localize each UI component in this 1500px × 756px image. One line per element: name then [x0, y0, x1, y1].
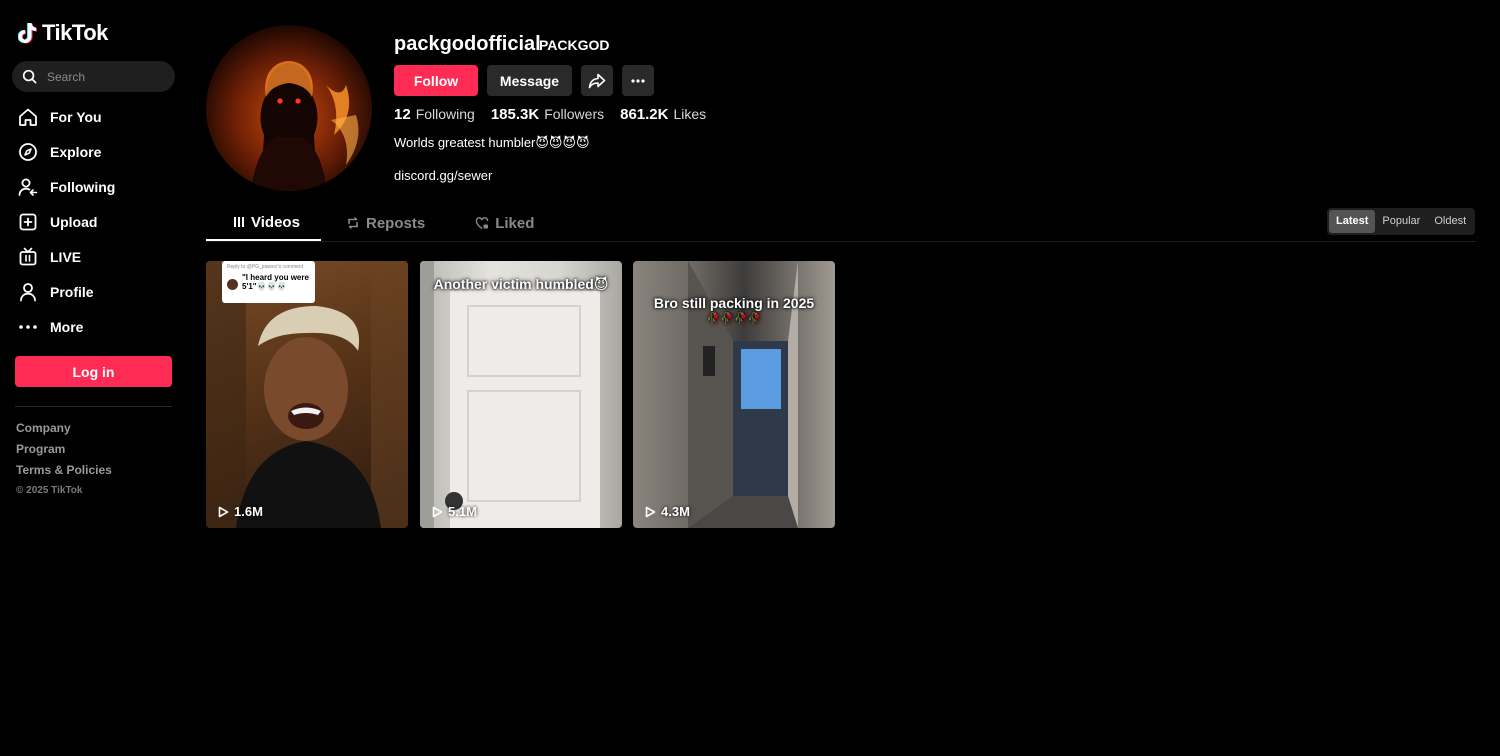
sidebar-item-following[interactable]: Following — [0, 169, 188, 204]
video-caption-emoji: 🥀🥀🥀🥀 — [706, 313, 762, 325]
reply-sticker: Reply to @PG_pawscr's comment "I heard y… — [222, 261, 315, 303]
view-count-text: 4.3M — [661, 504, 690, 519]
compass-icon — [18, 142, 38, 162]
video-card[interactable]: Reply to @PG_pawscr's comment "I heard y… — [206, 261, 408, 528]
more-options-button[interactable] — [622, 65, 654, 96]
share-button[interactable] — [581, 65, 613, 96]
play-icon — [432, 506, 443, 517]
sidebar-item-profile[interactable]: Profile — [0, 274, 188, 309]
login-button[interactable]: Log in — [15, 356, 172, 387]
sidebar-item-label: Upload — [50, 213, 98, 230]
following-icon — [18, 177, 38, 197]
more-dots-icon — [18, 317, 38, 337]
more-dots-icon — [631, 78, 645, 83]
sort-latest[interactable]: Latest — [1329, 210, 1376, 233]
heart-lock-icon — [475, 217, 489, 230]
sidebar-item-upload[interactable]: Upload — [0, 204, 188, 239]
avatar-image — [251, 61, 359, 191]
grid-icon — [234, 217, 244, 227]
profile-bio: Worlds greatest humbler😈😈😈😈 — [394, 135, 590, 150]
sidebar-divider — [15, 406, 172, 407]
view-count: 4.3M — [645, 504, 690, 519]
sidebar: TikTok For You Explore Following — [0, 0, 188, 756]
profile-username: packgodofficial — [394, 33, 541, 55]
video-card[interactable]: Bro still packing in 2025 🥀🥀🥀🥀 4.3M — [633, 261, 835, 528]
tab-reposts[interactable]: Reposts — [321, 205, 445, 241]
profile-link[interactable]: discord.gg/sewer — [394, 168, 492, 183]
video-caption: Another victim humbled😈 — [433, 276, 609, 292]
sidebar-item-label: LIVE — [50, 248, 82, 265]
play-icon — [218, 506, 229, 517]
footer-link-company[interactable]: Company — [16, 420, 112, 441]
tiktok-note-icon — [18, 23, 37, 44]
repost-icon — [348, 217, 358, 229]
tab-videos[interactable]: Videos — [206, 205, 321, 241]
following-label: Following — [415, 106, 475, 122]
home-icon — [18, 107, 38, 127]
logo-text: TikTok — [42, 20, 108, 45]
share-icon — [588, 73, 606, 88]
copyright-text: © 2025 TikTok — [16, 485, 83, 496]
sidebar-footer: Company Program Terms & Policies © 2025 … — [16, 420, 112, 504]
profile-tabs: Videos Reposts Liked — [206, 205, 554, 241]
tab-label: Reposts — [366, 214, 426, 232]
sidebar-item-label: Following — [50, 178, 116, 195]
sidebar-item-live[interactable]: LIVE — [0, 239, 188, 274]
sidebar-item-label: For You — [50, 108, 102, 125]
profile-nickname: PACKGOD — [539, 37, 610, 53]
sidebar-item-label: Explore — [50, 143, 102, 160]
followers-count[interactable]: 185.3K — [491, 106, 539, 123]
tab-liked[interactable]: Liked — [445, 205, 554, 241]
upload-icon — [18, 212, 38, 232]
search-box[interactable] — [12, 61, 175, 92]
view-count-text: 5.1M — [448, 504, 477, 519]
sort-toggle: Latest Popular Oldest — [1327, 208, 1475, 235]
play-icon — [645, 506, 656, 517]
likes-label: Likes — [673, 106, 707, 122]
sidebar-item-label: More — [50, 318, 84, 335]
search-icon — [22, 69, 37, 84]
sort-oldest[interactable]: Oldest — [1427, 210, 1473, 233]
live-tv-icon — [18, 247, 38, 267]
message-button[interactable]: Message — [487, 65, 572, 96]
followers-label: Followers — [544, 106, 605, 122]
profile-avatar — [206, 25, 372, 191]
tabs-divider — [206, 241, 1476, 242]
sidebar-nav: For You Explore Following Upload LIVE Pr… — [0, 99, 188, 344]
person-icon — [18, 282, 38, 302]
footer-link-program[interactable]: Program — [16, 441, 112, 462]
following-count[interactable]: 12 — [394, 106, 411, 123]
likes-count: 861.2K — [620, 106, 669, 123]
sidebar-item-label: Profile — [50, 283, 94, 300]
view-count: 5.1M — [432, 504, 477, 519]
footer-link-terms[interactable]: Terms & Policies — [16, 462, 112, 483]
tab-label: Liked — [495, 214, 535, 232]
profile-stats: 12 Following 185.3K Followers 861.2K Lik… — [394, 106, 722, 123]
tab-label: Videos — [251, 213, 300, 231]
tiktok-logo[interactable]: TikTok — [18, 20, 108, 46]
commenter-avatar — [227, 279, 238, 290]
video-thumbnail — [420, 261, 600, 528]
follow-button[interactable]: Follow — [394, 65, 478, 96]
reply-sticker-header: Reply to @PG_pawscr's comment — [227, 264, 304, 270]
sidebar-item-explore[interactable]: Explore — [0, 134, 188, 169]
view-count: 1.6M — [218, 504, 263, 519]
view-count-text: 1.6M — [234, 504, 263, 519]
video-card[interactable]: Another victim humbled😈 5.1M — [420, 261, 622, 528]
video-caption: Bro still packing in 2025 — [653, 295, 815, 311]
sidebar-item-more[interactable]: More — [0, 309, 188, 344]
sort-popular[interactable]: Popular — [1375, 210, 1427, 233]
search-input[interactable] — [45, 68, 169, 85]
sidebar-item-for-you[interactable]: For You — [0, 99, 188, 134]
